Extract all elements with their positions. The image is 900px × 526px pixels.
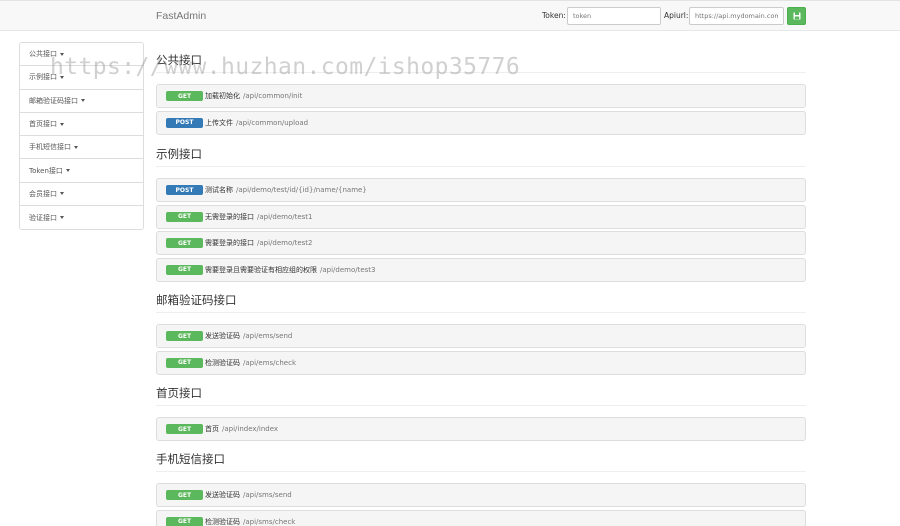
- sidebar-item[interactable]: 首页接口: [20, 113, 143, 137]
- save-button[interactable]: [787, 7, 806, 25]
- sidebar-item-label: Token接口: [29, 166, 63, 175]
- sidebar-item[interactable]: 验证接口: [20, 206, 143, 229]
- sidebar-item-label: 首页接口: [29, 120, 57, 129]
- brand-title[interactable]: FastAdmin: [156, 10, 206, 22]
- sidebar-item-label: 邮箱验证码接口: [29, 96, 78, 105]
- endpoint-path: /api/sms/send: [243, 491, 292, 499]
- watermark-text: https://www.huzhan.com/ishop35776: [50, 54, 521, 80]
- api-endpoint-row[interactable]: GET 检测验证码/api/ems/check: [156, 350, 806, 375]
- api-endpoint-row[interactable]: GET 需要登录的接口/api/demo/test2: [156, 231, 806, 256]
- endpoint-title: 检测验证码: [205, 358, 240, 367]
- section-divider: [156, 166, 806, 167]
- top-navbar: FastAdmin Token: Apiurl:: [0, 0, 900, 31]
- api-endpoint-row[interactable]: GET 加载初始化/api/common/init: [156, 84, 806, 108]
- caret-down-icon: [60, 122, 64, 126]
- api-endpoint-row[interactable]: GET 检测验证码/api/sms/check: [156, 509, 806, 526]
- api-endpoint-row[interactable]: GET 需要登录且需要验证有相应组的权限/api/demo/test3: [156, 257, 806, 282]
- sidebar-item[interactable]: 会员接口: [20, 183, 143, 207]
- api-endpoint-row[interactable]: GET 首页/api/index/index: [156, 417, 806, 441]
- method-badge: GET: [166, 238, 203, 249]
- section-title: 手机短信接口: [156, 452, 225, 466]
- endpoint-title: 上传文件: [205, 118, 233, 127]
- save-icon: [793, 12, 800, 20]
- caret-down-icon: [65, 169, 70, 173]
- endpoint-title: 发送验证码: [205, 491, 240, 499]
- method-badge: GET: [166, 490, 203, 500]
- endpoint-path: /api/common/init: [243, 92, 303, 100]
- token-label: Token:: [542, 11, 566, 20]
- endpoint-path: /api/demo/test/id/{id}/name/{name}: [236, 186, 367, 194]
- caret-down-icon: [81, 99, 85, 103]
- method-badge: GET: [166, 424, 203, 434]
- endpoint-title: 需要登录的接口: [205, 239, 254, 248]
- method-badge: GET: [166, 264, 203, 275]
- caret-down-icon: [60, 192, 64, 196]
- method-badge: GET: [166, 331, 203, 341]
- endpoint-path: /api/sms/check: [243, 517, 296, 526]
- endpoint-path: /api/demo/test1: [257, 212, 313, 221]
- endpoint-title: 无需登录的接口: [205, 212, 254, 221]
- endpoint-title: 检测验证码: [205, 517, 240, 526]
- endpoint-path: /api/ems/send: [243, 332, 293, 340]
- method-badge: GET: [166, 211, 203, 222]
- method-badge: POST: [166, 185, 203, 195]
- section-divider: [156, 312, 806, 313]
- section-title: 首页接口: [156, 386, 202, 400]
- endpoint-title: 发送验证码: [205, 332, 240, 340]
- api-endpoint-row[interactable]: GET 无需登录的接口/api/demo/test1: [156, 204, 806, 229]
- endpoint-path: /api/common/upload: [236, 118, 309, 127]
- sidebar-item-label: 会员接口: [29, 189, 57, 198]
- method-badge: GET: [166, 357, 203, 368]
- section-title: 邮箱验证码接口: [156, 293, 237, 307]
- caret-down-icon: [74, 145, 78, 149]
- sidebar-item-label: 验证接口: [29, 213, 57, 222]
- sidebar-item[interactable]: 邮箱验证码接口: [20, 90, 143, 113]
- caret-down-icon: [60, 216, 64, 220]
- endpoint-title: 首页: [205, 425, 219, 433]
- method-badge: GET: [166, 516, 203, 526]
- endpoint-title: 需要登录且需要验证有相应组的权限: [205, 265, 317, 274]
- endpoint-title: 加载初始化: [205, 92, 240, 100]
- endpoint-path: /api/demo/test2: [257, 239, 313, 248]
- sidebar-item-label: 手机短信接口: [29, 143, 71, 152]
- token-input[interactable]: [567, 7, 661, 25]
- endpoint-title: 测试名称: [205, 186, 233, 194]
- section-divider: [156, 471, 806, 472]
- api-endpoint-row[interactable]: GET 发送验证码/api/ems/send: [156, 324, 806, 348]
- api-endpoint-row[interactable]: POST 上传文件/api/common/upload: [156, 110, 806, 135]
- api-endpoint-row[interactable]: GET 发送验证码/api/sms/send: [156, 483, 806, 507]
- endpoint-path: /api/demo/test3: [320, 265, 376, 274]
- apiurl-input[interactable]: [689, 7, 784, 25]
- sidebar-item[interactable]: 手机短信接口: [20, 136, 143, 160]
- api-endpoint-row[interactable]: POST 测试名称/api/demo/test/id/{id}/name/{nam…: [156, 178, 806, 202]
- section-divider: [156, 405, 806, 406]
- apiurl-label: Apiurl:: [664, 11, 689, 20]
- method-badge: POST: [166, 117, 203, 128]
- method-badge: GET: [166, 91, 203, 101]
- sidebar-item[interactable]: Token接口: [20, 159, 143, 183]
- endpoint-path: /api/ems/check: [243, 358, 297, 367]
- endpoint-path: /api/index/index: [222, 425, 279, 433]
- section-title: 示例接口: [156, 147, 202, 161]
